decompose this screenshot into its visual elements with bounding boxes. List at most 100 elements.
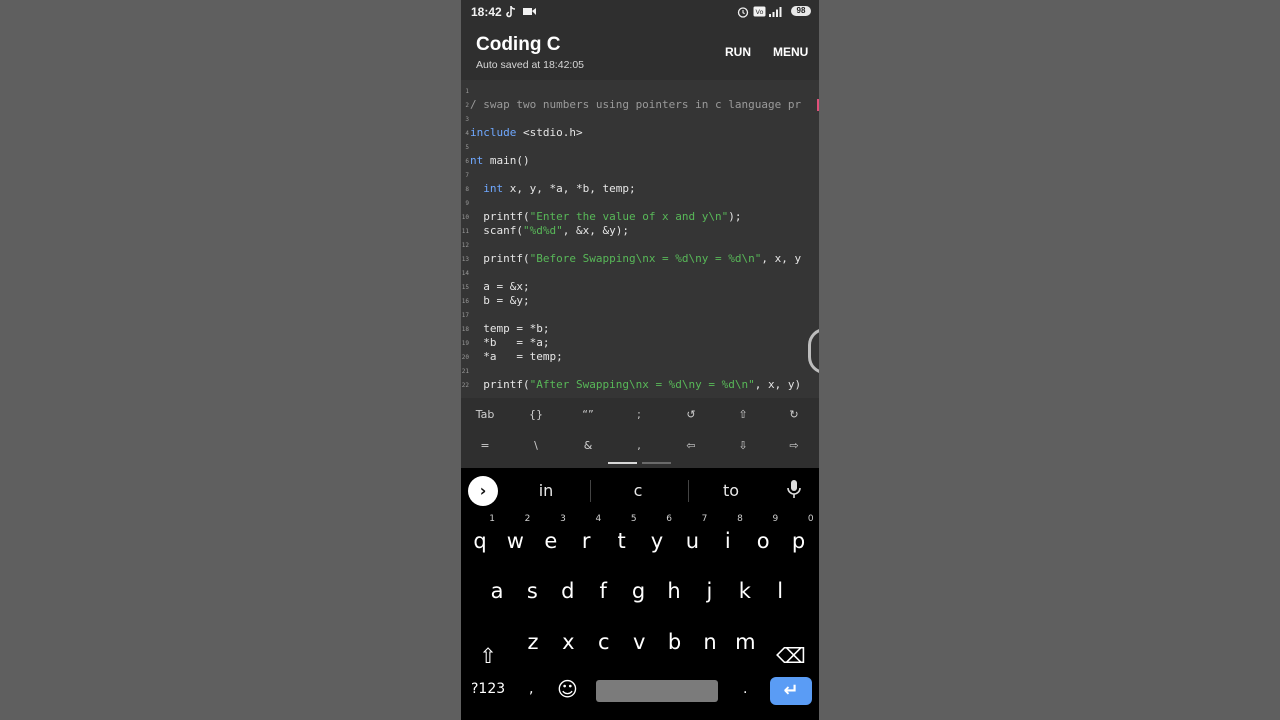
expand-toolbar-button[interactable]: ›: [468, 476, 498, 506]
code-line[interactable]: 4 include <stdio.h>: [461, 126, 819, 140]
volte-icon: Vo: [753, 6, 766, 20]
key-t[interactable]: t5: [605, 514, 639, 561]
key-y[interactable]: y6: [640, 514, 674, 561]
code-line[interactable]: 8 int x, y, *a, *b, temp;: [461, 182, 819, 196]
key-u[interactable]: u7: [675, 514, 709, 561]
code-text: printf("After Swapping\nx = %d\ny = %d\n…: [470, 378, 802, 391]
key-s[interactable]: s: [515, 571, 549, 611]
ampersand-key[interactable]: &: [568, 435, 608, 457]
key-number-hint: 1: [489, 514, 495, 524]
key-a[interactable]: a: [480, 571, 514, 611]
code-line[interactable]: 11 scanf("%d%d", &x, &y);: [461, 224, 819, 238]
comma-extra-key[interactable]: ,: [619, 435, 659, 457]
arrow-down-icon[interactable]: ⇩: [723, 435, 763, 457]
code-line[interactable]: 21: [461, 364, 819, 378]
line-number: 13: [461, 256, 469, 263]
code-line[interactable]: 3: [461, 112, 819, 126]
key-j[interactable]: j: [692, 571, 726, 611]
line-number: 14: [461, 270, 469, 277]
suggestion-2[interactable]: c: [593, 481, 683, 500]
code-line[interactable]: 5: [461, 140, 819, 154]
key-z[interactable]: z: [516, 622, 550, 662]
code-line[interactable]: 17: [461, 308, 819, 322]
key-number-hint: 8: [737, 514, 743, 524]
key-f[interactable]: f: [586, 571, 620, 611]
suggestion-1[interactable]: in: [501, 481, 591, 500]
status-time: 18:42: [471, 5, 502, 19]
undo-icon[interactable]: ↺: [671, 404, 711, 426]
code-line[interactable]: 13 printf("Before Swapping\nx = %d\ny = …: [461, 252, 819, 266]
line-number: 4: [465, 130, 469, 137]
key-q[interactable]: q1: [463, 514, 497, 561]
enter-key[interactable]: ↵: [770, 677, 812, 705]
code-line[interactable]: 16 b = &y;: [461, 294, 819, 308]
code-line[interactable]: 9: [461, 196, 819, 210]
line-number: 1: [465, 88, 469, 95]
code-line[interactable]: 15 a = &x;: [461, 280, 819, 294]
line-number: 22: [461, 382, 469, 389]
key-c[interactable]: c: [587, 622, 621, 662]
shift-up-icon[interactable]: ⇧: [723, 404, 763, 426]
text-cursor: [817, 99, 819, 111]
key-l[interactable]: l: [763, 571, 797, 611]
code-editor[interactable]: 1 2/ swap two numbers using pointers in c…: [461, 80, 819, 398]
key-m[interactable]: m: [728, 622, 762, 662]
key-label: i: [724, 529, 731, 553]
key-o[interactable]: o9: [746, 514, 780, 561]
code-line[interactable]: 10 printf("Enter the value of x and y\n"…: [461, 210, 819, 224]
code-line[interactable]: 19 *b = *a;: [461, 336, 819, 350]
space-bar[interactable]: [596, 680, 718, 702]
key-i[interactable]: i8: [711, 514, 745, 561]
line-number: 15: [461, 284, 469, 291]
period-key[interactable]: .: [743, 681, 747, 697]
key-k[interactable]: k: [728, 571, 762, 611]
key-label: o: [756, 529, 770, 553]
code-line[interactable]: 14: [461, 266, 819, 280]
shift-key[interactable]: ⇧: [471, 636, 505, 676]
code-line[interactable]: 22 printf("After Swapping\nx = %d\ny = %…: [461, 378, 819, 392]
arrow-left-icon[interactable]: ⇦: [671, 435, 711, 457]
redo-icon[interactable]: ↻: [774, 404, 814, 426]
microphone-icon[interactable]: [787, 480, 801, 502]
tab-key[interactable]: Tab: [465, 404, 505, 426]
menu-button[interactable]: MENU: [773, 45, 808, 59]
numbers-key[interactable]: ?123: [471, 681, 505, 697]
key-e[interactable]: e3: [534, 514, 568, 561]
key-label: r: [581, 529, 591, 553]
comma-key[interactable]: ,: [529, 681, 533, 697]
code-line[interactable]: 12: [461, 238, 819, 252]
page-indicator-inactive: [642, 462, 671, 464]
code-text: a = &x;: [470, 280, 530, 293]
line-number: 8: [465, 186, 469, 193]
emoji-icon[interactable]: ☺: [557, 677, 578, 701]
key-h[interactable]: h: [657, 571, 691, 611]
key-w[interactable]: w2: [498, 514, 532, 561]
key-b[interactable]: b: [658, 622, 692, 662]
key-x[interactable]: x: [551, 622, 585, 662]
line-number: 5: [465, 144, 469, 151]
code-line[interactable]: 1: [461, 84, 819, 98]
key-r[interactable]: r4: [569, 514, 603, 561]
svg-text:Vo: Vo: [756, 8, 764, 16]
key-p[interactable]: p0: [782, 514, 816, 561]
suggestion-3[interactable]: to: [686, 481, 776, 500]
key-d[interactable]: d: [551, 571, 585, 611]
code-line[interactable]: 18 temp = *b;: [461, 322, 819, 336]
semicolon-key[interactable]: ;: [619, 404, 659, 426]
key-n[interactable]: n: [693, 622, 727, 662]
key-g[interactable]: g: [622, 571, 656, 611]
backspace-key[interactable]: ⌫: [774, 636, 808, 676]
code-line[interactable]: 7: [461, 168, 819, 182]
code-line[interactable]: 2/ swap two numbers using pointers in c …: [461, 98, 819, 112]
run-button[interactable]: RUN: [725, 45, 751, 59]
arrow-right-icon[interactable]: ⇨: [774, 435, 814, 457]
backslash-key[interactable]: \: [516, 435, 556, 457]
code-line[interactable]: 20 *a = temp;: [461, 350, 819, 364]
code-text: temp = *b;: [470, 322, 550, 335]
equals-key[interactable]: =: [465, 435, 505, 457]
key-v[interactable]: v: [622, 622, 656, 662]
quotes-key[interactable]: “”: [568, 404, 608, 426]
braces-key[interactable]: {}: [516, 404, 556, 426]
code-line[interactable]: 6 nt main(): [461, 154, 819, 168]
line-number: 6: [465, 158, 469, 165]
